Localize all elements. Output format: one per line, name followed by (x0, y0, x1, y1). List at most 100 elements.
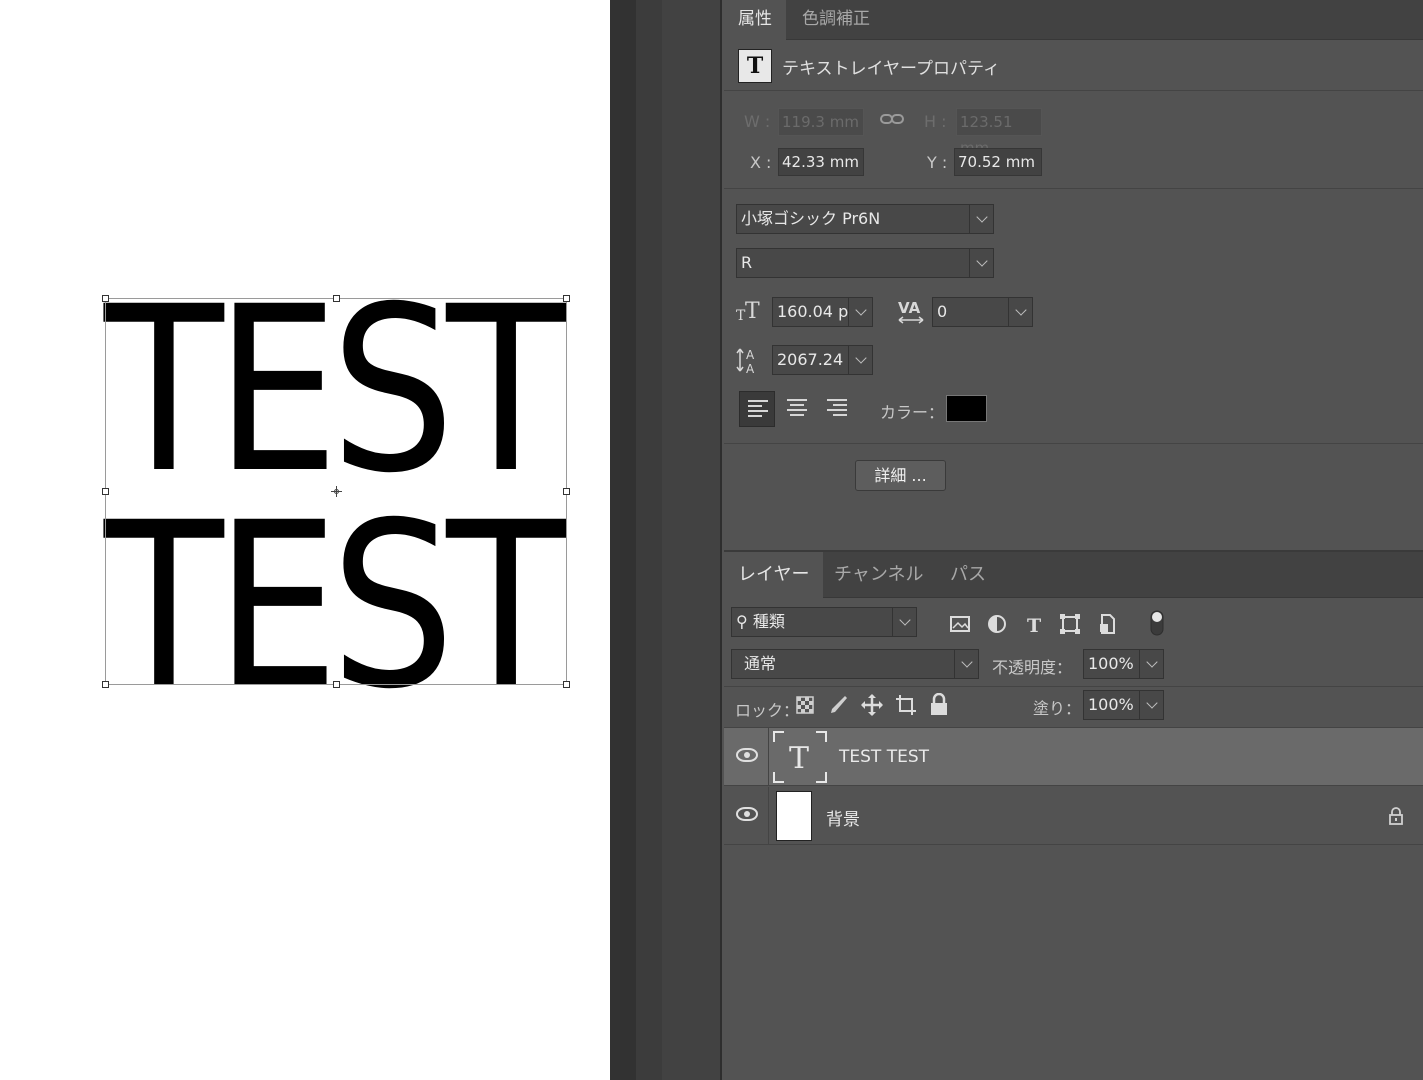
panel-dock-column (662, 0, 722, 1080)
link-icon[interactable] (880, 112, 904, 126)
color-label: カラー： (880, 403, 945, 422)
filter-toggle-icon[interactable] (1146, 609, 1168, 637)
adjustment-filter-icon[interactable] (985, 612, 1009, 636)
height-label: H : (924, 112, 947, 131)
panel-gutter (636, 0, 662, 1080)
chevron-down-icon[interactable] (1008, 298, 1032, 326)
tab-properties[interactable]: 属性 (724, 0, 786, 40)
svg-text:A: A (746, 348, 755, 362)
search-icon: ⚲ (736, 612, 748, 631)
visibility-eye-icon[interactable] (736, 807, 758, 821)
layer-filter-select[interactable]: ⚲ 種類 (731, 607, 917, 637)
smart-object-filter-icon[interactable] (1095, 612, 1119, 636)
fill-select[interactable]: 100% (1083, 690, 1164, 720)
blend-mode-select[interactable]: 通常 (731, 649, 979, 679)
row-separator (768, 728, 769, 786)
x-position-field[interactable]: 42.33 mm (778, 148, 864, 176)
y-label: Y : (927, 153, 948, 172)
y-position-field[interactable]: 70.52 mm (954, 148, 1042, 176)
properties-title: テキストレイヤープロパティ (782, 58, 1000, 79)
lock-all-icon[interactable] (929, 693, 949, 717)
type-filter-icon[interactable]: T (1022, 612, 1046, 636)
align-center-button[interactable] (779, 391, 815, 427)
font-size-icon: T T (736, 299, 760, 324)
transform-handle-middle-right[interactable] (563, 488, 570, 495)
document-canvas[interactable]: TEST TEST (0, 0, 610, 1080)
layer-row-background[interactable]: 背景 (724, 787, 1423, 845)
transform-handle-bottom-center[interactable] (333, 681, 340, 688)
layer-row-text[interactable]: T TEST TEST (724, 728, 1423, 786)
reference-point-icon[interactable] (331, 486, 342, 497)
shape-filter-icon[interactable] (1058, 612, 1082, 636)
transform-handle-top-left[interactable] (102, 295, 109, 302)
image-filter-icon[interactable] (948, 612, 972, 636)
leading-select[interactable]: 2067.24 (772, 345, 873, 375)
chevron-down-icon[interactable] (892, 608, 916, 636)
transform-handle-bottom-left[interactable] (102, 681, 109, 688)
chevron-down-icon[interactable] (848, 298, 872, 326)
font-size-value: 160.04 p (777, 302, 849, 321)
chevron-down-icon[interactable] (848, 346, 872, 374)
leading-value: 2067.24 (777, 350, 844, 369)
lock-transparent-pixels-icon[interactable] (795, 695, 815, 715)
lock-position-icon[interactable] (860, 693, 884, 717)
lock-label: ロック： (735, 701, 800, 720)
font-family-select[interactable]: 小塚ゴシック Pr6N (736, 204, 994, 234)
divider (724, 443, 1423, 444)
transform-handle-middle-left[interactable] (102, 488, 109, 495)
panel-gutter (610, 0, 636, 1080)
text-layer-thumbnail-icon: T (773, 731, 827, 783)
lock-icon[interactable] (1388, 807, 1404, 825)
leading-icon: A A (736, 348, 755, 375)
font-style-select[interactable]: R (736, 248, 994, 278)
svg-text:VA: VA (898, 299, 921, 317)
transform-handle-bottom-right[interactable] (563, 681, 570, 688)
chevron-down-icon[interactable] (969, 249, 993, 277)
blend-mode-value: 通常 (744, 654, 777, 673)
tab-paths[interactable]: パス (936, 552, 1000, 598)
tracking-icon: VA (898, 299, 924, 324)
chevron-down-icon[interactable] (969, 205, 993, 233)
text-layer-icon: T (738, 49, 772, 83)
properties-panel: 属性 色調補正 T テキストレイヤープロパティ W : 119.3 mm H :… (724, 0, 1423, 550)
lock-image-pixels-icon[interactable] (828, 694, 850, 716)
svg-text:T: T (1027, 615, 1041, 636)
layer-name[interactable]: 背景 (826, 805, 860, 830)
fill-label: 塗り： (1033, 699, 1082, 718)
layers-tabbar: レイヤー チャンネル パス (724, 552, 1423, 598)
chevron-down-icon[interactable] (1139, 650, 1163, 678)
opacity-label: 不透明度： (992, 658, 1073, 677)
layer-filter-value: 種類 (752, 612, 785, 631)
tracking-select[interactable]: 0 (932, 297, 1033, 327)
fill-value: 100% (1088, 695, 1134, 714)
svg-text:T: T (789, 741, 809, 776)
divider (724, 686, 1423, 687)
tab-channels[interactable]: チャンネル (820, 552, 937, 598)
width-label: W : (744, 112, 771, 131)
details-button[interactable]: 詳細 ... (855, 460, 946, 491)
align-left-button[interactable] (739, 391, 775, 427)
transform-handle-top-right[interactable] (563, 295, 570, 302)
text-color-swatch[interactable] (946, 395, 987, 422)
font-style-value: R (741, 253, 753, 272)
lock-artboard-icon[interactable] (894, 693, 918, 717)
width-field: 119.3 mm (778, 108, 864, 136)
opacity-value: 100% (1088, 654, 1134, 673)
transform-handle-top-center[interactable] (333, 295, 340, 302)
align-right-button[interactable] (819, 391, 855, 427)
layer-name[interactable]: TEST TEST (839, 747, 929, 767)
tracking-value: 0 (937, 302, 948, 321)
font-size-select[interactable]: 160.04 p (772, 297, 873, 327)
chevron-down-icon[interactable] (954, 650, 978, 678)
opacity-select[interactable]: 100% (1083, 649, 1164, 679)
tab-layers[interactable]: レイヤー (724, 552, 824, 598)
visibility-eye-icon[interactable] (736, 748, 758, 762)
tab-adjustments[interactable]: 色調補正 (788, 0, 884, 40)
divider (724, 188, 1423, 189)
divider (724, 90, 1423, 91)
chevron-down-icon[interactable] (1139, 691, 1163, 719)
background-layer-thumbnail (776, 791, 812, 841)
svg-text:T: T (745, 299, 760, 324)
font-family-value: 小塚ゴシック Pr6N (741, 209, 881, 228)
row-separator (768, 787, 769, 845)
